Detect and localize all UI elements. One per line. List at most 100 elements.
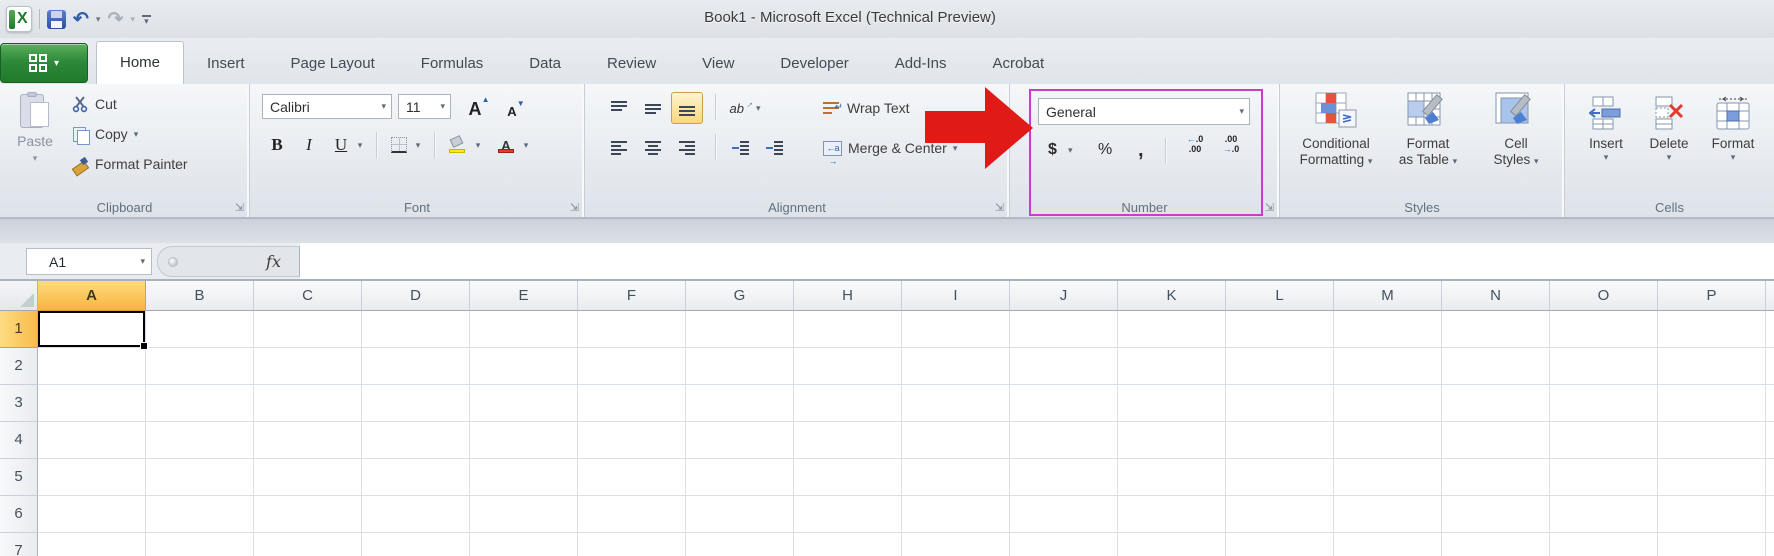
cell-P7[interactable] bbox=[1658, 533, 1766, 556]
borders-dropdown-arrow[interactable]: ▾ bbox=[411, 130, 425, 160]
cell-K5[interactable] bbox=[1118, 459, 1226, 496]
copy-dropdown-arrow[interactable]: ▾ bbox=[134, 129, 139, 140]
cell-I5[interactable] bbox=[902, 459, 1010, 496]
wrap-text-button[interactable]: ↵ Wrap Text bbox=[823, 94, 910, 122]
cell-M1[interactable] bbox=[1334, 311, 1442, 348]
cell-O4[interactable] bbox=[1550, 422, 1658, 459]
paste-button[interactable]: Paste ▾ bbox=[8, 88, 62, 194]
cell-N7[interactable] bbox=[1442, 533, 1550, 556]
cell-B2[interactable] bbox=[146, 348, 254, 385]
font-name-dropdown-arrow[interactable]: ▾ bbox=[381, 101, 386, 112]
cell-J7[interactable] bbox=[1010, 533, 1118, 556]
row-header-5[interactable]: 5 bbox=[0, 459, 38, 496]
cell-L4[interactable] bbox=[1226, 422, 1334, 459]
underline-dropdown-arrow[interactable]: ▾ bbox=[353, 130, 367, 160]
cell-B3[interactable] bbox=[146, 385, 254, 422]
cell-styles-dropdown-arrow[interactable]: ▾ bbox=[1534, 156, 1539, 166]
cell-J5[interactable] bbox=[1010, 459, 1118, 496]
formula-input[interactable] bbox=[300, 243, 1774, 279]
orientation-button[interactable]: ab→ ▾ bbox=[725, 92, 765, 124]
bottom-align-button[interactable] bbox=[671, 92, 703, 124]
cell-A6[interactable] bbox=[38, 496, 146, 533]
cell-G1[interactable] bbox=[686, 311, 794, 348]
cell-N1[interactable] bbox=[1442, 311, 1550, 348]
cell-D6[interactable] bbox=[362, 496, 470, 533]
cell-E1[interactable] bbox=[470, 311, 578, 348]
column-header-g[interactable]: G bbox=[686, 281, 794, 311]
borders-button[interactable] bbox=[388, 130, 410, 160]
cell-E7[interactable] bbox=[470, 533, 578, 556]
cell-partial5[interactable] bbox=[1766, 459, 1774, 496]
cell-F5[interactable] bbox=[578, 459, 686, 496]
align-left-button[interactable] bbox=[603, 132, 635, 164]
tab-review[interactable]: Review bbox=[584, 44, 679, 84]
format-as-table-button[interactable]: Format as Table ▾ bbox=[1386, 88, 1470, 169]
cell-K7[interactable] bbox=[1118, 533, 1226, 556]
increase-indent-button[interactable] bbox=[759, 132, 791, 164]
cell-I2[interactable] bbox=[902, 348, 1010, 385]
column-header-e[interactable]: E bbox=[470, 281, 578, 311]
align-right-button[interactable] bbox=[671, 132, 703, 164]
cell-K2[interactable] bbox=[1118, 348, 1226, 385]
cell-partial2[interactable] bbox=[1766, 348, 1774, 385]
fill-color-dropdown-arrow[interactable]: ▾ bbox=[471, 130, 485, 160]
customize-quick-access-toolbar-icon[interactable]: ▾ bbox=[142, 15, 151, 24]
cell-G5[interactable] bbox=[686, 459, 794, 496]
cell-J6[interactable] bbox=[1010, 496, 1118, 533]
font-size-combo[interactable]: 11 ▾ bbox=[398, 94, 451, 119]
cell-O7[interactable] bbox=[1550, 533, 1658, 556]
cell-P3[interactable] bbox=[1658, 385, 1766, 422]
column-header-i[interactable]: I bbox=[902, 281, 1010, 311]
name-box-dropdown-arrow[interactable]: ▾ bbox=[140, 256, 145, 267]
cell-A7[interactable] bbox=[38, 533, 146, 556]
cell-I6[interactable] bbox=[902, 496, 1010, 533]
cell-J1[interactable] bbox=[1010, 311, 1118, 348]
insert-function-button[interactable]: fx bbox=[266, 252, 281, 271]
cut-button[interactable]: Cut bbox=[72, 92, 117, 116]
conditional-formatting-dropdown-arrow[interactable]: ▾ bbox=[1368, 156, 1373, 166]
column-header-j[interactable]: J bbox=[1010, 281, 1118, 311]
cell-C6[interactable] bbox=[254, 496, 362, 533]
cell-partial4[interactable] bbox=[1766, 422, 1774, 459]
excel-logo-icon[interactable] bbox=[6, 6, 32, 32]
cell-G7[interactable] bbox=[686, 533, 794, 556]
column-header-a[interactable]: A bbox=[38, 281, 146, 311]
cell-O3[interactable] bbox=[1550, 385, 1658, 422]
cell-D3[interactable] bbox=[362, 385, 470, 422]
cell-J3[interactable] bbox=[1010, 385, 1118, 422]
cell-H2[interactable] bbox=[794, 348, 902, 385]
cell-C7[interactable] bbox=[254, 533, 362, 556]
conditional-formatting-button[interactable]: Conditional Formatting ▾ bbox=[1288, 88, 1384, 169]
row-header-4[interactable]: 4 bbox=[0, 422, 38, 459]
cell-H5[interactable] bbox=[794, 459, 902, 496]
cell-D5[interactable] bbox=[362, 459, 470, 496]
cell-M6[interactable] bbox=[1334, 496, 1442, 533]
font-size-dropdown-arrow[interactable]: ▾ bbox=[440, 101, 445, 112]
cell-G4[interactable] bbox=[686, 422, 794, 459]
save-icon[interactable] bbox=[47, 10, 66, 29]
copy-button[interactable]: Copy ▾ bbox=[72, 122, 138, 146]
cell-B6[interactable] bbox=[146, 496, 254, 533]
format-as-table-dropdown-arrow[interactable]: ▾ bbox=[1453, 156, 1458, 166]
column-header-m[interactable]: M bbox=[1334, 281, 1442, 311]
cell-P2[interactable] bbox=[1658, 348, 1766, 385]
cell-L7[interactable] bbox=[1226, 533, 1334, 556]
merge-and-center-dropdown-arrow[interactable]: ▾ bbox=[953, 143, 958, 154]
cell-O1[interactable] bbox=[1550, 311, 1658, 348]
row-header-2[interactable]: 2 bbox=[0, 348, 38, 385]
cell-C3[interactable] bbox=[254, 385, 362, 422]
cell-E6[interactable] bbox=[470, 496, 578, 533]
cell-D1[interactable] bbox=[362, 311, 470, 348]
cell-F4[interactable] bbox=[578, 422, 686, 459]
row-header-3[interactable]: 3 bbox=[0, 385, 38, 422]
tab-developer[interactable]: Developer bbox=[757, 44, 871, 84]
column-header-partial[interactable] bbox=[1766, 281, 1774, 311]
cell-C1[interactable] bbox=[254, 311, 362, 348]
bold-button[interactable]: B bbox=[264, 130, 290, 160]
cell-D7[interactable] bbox=[362, 533, 470, 556]
column-header-n[interactable]: N bbox=[1442, 281, 1550, 311]
cell-F1[interactable] bbox=[578, 311, 686, 348]
cell-O2[interactable] bbox=[1550, 348, 1658, 385]
format-painter-button[interactable]: Format Painter bbox=[72, 152, 188, 176]
cell-B1[interactable] bbox=[146, 311, 254, 348]
